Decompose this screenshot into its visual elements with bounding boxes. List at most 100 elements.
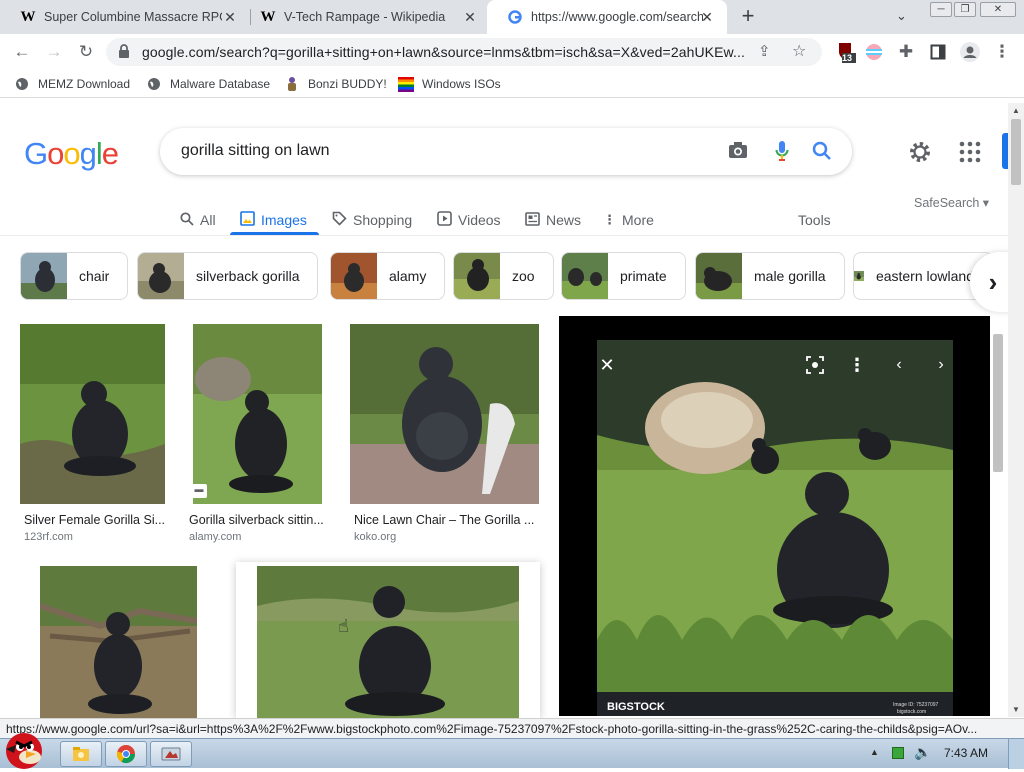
chip-alamy[interactable]: alamy (330, 252, 446, 300)
bookmark-bonzi[interactable]: Bonzi BUDDY! (284, 75, 387, 93)
bonzi-icon (284, 76, 300, 92)
result-image[interactable] (40, 566, 197, 718)
microphone-icon[interactable] (775, 140, 789, 165)
profile-avatar-icon[interactable] (958, 40, 982, 64)
chip-thumbnail (854, 271, 864, 281)
taskbar-clock[interactable]: 7:43 AM (944, 746, 988, 760)
side-panel-icon[interactable] (926, 40, 950, 64)
next-image-icon[interactable]: › (927, 351, 955, 379)
image-badge-icon: ▬ (191, 484, 207, 498)
forward-icon[interactable]: → (42, 40, 66, 64)
pride-flag-extension-icon[interactable] (862, 40, 886, 64)
result-source[interactable]: alamy.com (189, 531, 241, 543)
globe-icon (146, 76, 162, 92)
close-preview-icon[interactable]: ✕ (593, 351, 621, 379)
result-caption[interactable]: Gorilla silverback sittin... (189, 513, 325, 527)
tab-vtech-wikipedia[interactable]: W V-Tech Rampage - Wikipedia ✕ (240, 0, 490, 34)
search-query-text[interactable]: gorilla sitting on lawn (181, 142, 330, 160)
result-caption[interactable]: Silver Female Gorilla Si... (24, 513, 164, 527)
start-button-angry-bird-icon[interactable] (0, 727, 50, 772)
bookmark-star-icon[interactable]: ☆ (792, 41, 806, 61)
settings-gear-icon[interactable] (908, 140, 932, 167)
chip-primate[interactable]: primate (561, 252, 686, 300)
tab-more[interactable]: ⋮ More (603, 204, 654, 236)
result-source[interactable]: 123rf.com (24, 531, 73, 543)
bookmarks-bar: MEMZ Download Malware Database Bonzi BUD… (0, 70, 1024, 98)
google-icon (507, 9, 523, 25)
show-desktop-button[interactable] (1008, 739, 1024, 769)
safesearch-dropdown[interactable]: SafeSearch ▾ (914, 195, 989, 210)
minimize-button[interactable]: ─ (930, 2, 952, 17)
tab-label: All (200, 212, 216, 228)
tools-button[interactable]: Tools (798, 204, 831, 236)
tab-google-search[interactable]: https://www.google.com/search? ✕ (487, 0, 727, 34)
tray-expand-icon[interactable]: ▲ (870, 747, 879, 757)
result-image[interactable] (257, 566, 519, 718)
bookmark-memz[interactable]: MEMZ Download (14, 75, 130, 93)
bookmark-malware-db[interactable]: Malware Database (146, 75, 270, 93)
scrollbar-thumb[interactable] (1011, 119, 1021, 185)
search-icon (180, 211, 194, 229)
taskbar-app-button[interactable] (150, 741, 192, 767)
network-tray-icon[interactable] (892, 747, 904, 759)
chip-silverback-gorilla[interactable]: silverback gorilla (137, 252, 319, 300)
lock-icon[interactable] (118, 44, 130, 62)
restore-button[interactable]: ❐ (954, 2, 976, 17)
address-bar[interactable]: google.com/search?q=gorilla+sitting+on+l… (106, 38, 822, 66)
close-icon[interactable]: ✕ (699, 9, 715, 25)
tab-all[interactable]: All (180, 204, 216, 236)
preview-scrollbar-thumb[interactable] (993, 334, 1003, 472)
search-icon[interactable] (812, 141, 832, 164)
logo-letter: o (47, 136, 64, 171)
chip-chair[interactable]: chair (20, 252, 129, 300)
tab-news[interactable]: News (525, 204, 581, 236)
taskbar-explorer-button[interactable] (60, 741, 102, 767)
new-tab-button[interactable]: + (737, 5, 759, 28)
chip-zoo[interactable]: zoo (453, 252, 554, 300)
volume-tray-icon[interactable]: 🔈 (914, 744, 931, 761)
scroll-up-icon[interactable]: ▲ (1012, 106, 1020, 115)
close-icon[interactable]: ✕ (462, 9, 478, 25)
apps-grid-icon[interactable] (959, 141, 981, 166)
preview-image[interactable]: BIGSTOCK Image ID: 75237097 bigstock.com (597, 340, 953, 716)
url-text[interactable]: google.com/search?q=gorilla+sitting+on+l… (142, 44, 752, 60)
search-input[interactable]: gorilla sitting on lawn (160, 128, 852, 175)
tab-title: V-Tech Rampage - Wikipedia (284, 10, 446, 24)
tab-shopping[interactable]: Shopping (332, 204, 412, 236)
play-icon (437, 211, 452, 229)
chip-male-gorilla[interactable]: male gorilla (695, 252, 845, 300)
chip-thumbnail (696, 253, 742, 299)
taskbar-chrome-button[interactable] (105, 741, 147, 767)
globe-icon (14, 76, 30, 92)
google-logo[interactable]: Google (24, 136, 119, 172)
scroll-down-icon[interactable]: ▼ (1012, 705, 1020, 714)
result-item-hovered[interactable]: ☝ (236, 562, 540, 718)
chip-thumbnail (21, 253, 67, 299)
logo-letter: o (63, 136, 80, 171)
reload-icon[interactable]: ↻ (74, 40, 98, 64)
share-icon[interactable]: ⇪ (758, 42, 771, 60)
close-icon[interactable]: ✕ (222, 9, 238, 25)
result-image[interactable] (20, 324, 165, 504)
bookmark-windows-isos[interactable]: Windows ISOs (398, 75, 501, 93)
tab-super-columbine[interactable]: W Super Columbine Massacre RPG! ✕ (0, 0, 250, 34)
camera-icon[interactable] (728, 141, 748, 162)
tab-search-chevron-icon[interactable]: ⌄ (896, 8, 912, 24)
windows-flag-icon (398, 76, 414, 92)
chip-thumbnail (138, 253, 184, 299)
result-image[interactable] (350, 324, 539, 504)
close-window-button[interactable]: ✕ (980, 2, 1016, 17)
back-icon[interactable]: ← (10, 40, 34, 64)
result-image[interactable] (193, 324, 322, 504)
tab-videos[interactable]: Videos (437, 204, 501, 236)
previous-image-icon[interactable]: ‹ (885, 351, 913, 379)
ublock-extension-icon[interactable]: 13 (834, 40, 858, 64)
more-options-icon[interactable]: ⋮ (843, 351, 871, 379)
newspaper-icon (525, 211, 540, 229)
result-caption[interactable]: Nice Lawn Chair – The Gorilla ... (354, 513, 538, 527)
page-scrollbar[interactable]: ▲ ▼ (1008, 103, 1024, 717)
result-source[interactable]: koko.org (354, 531, 396, 543)
extensions-puzzle-icon[interactable]: ✚ (894, 40, 918, 64)
lens-search-icon[interactable] (801, 351, 829, 379)
menu-kebab-icon[interactable]: ⋮ (990, 40, 1014, 64)
